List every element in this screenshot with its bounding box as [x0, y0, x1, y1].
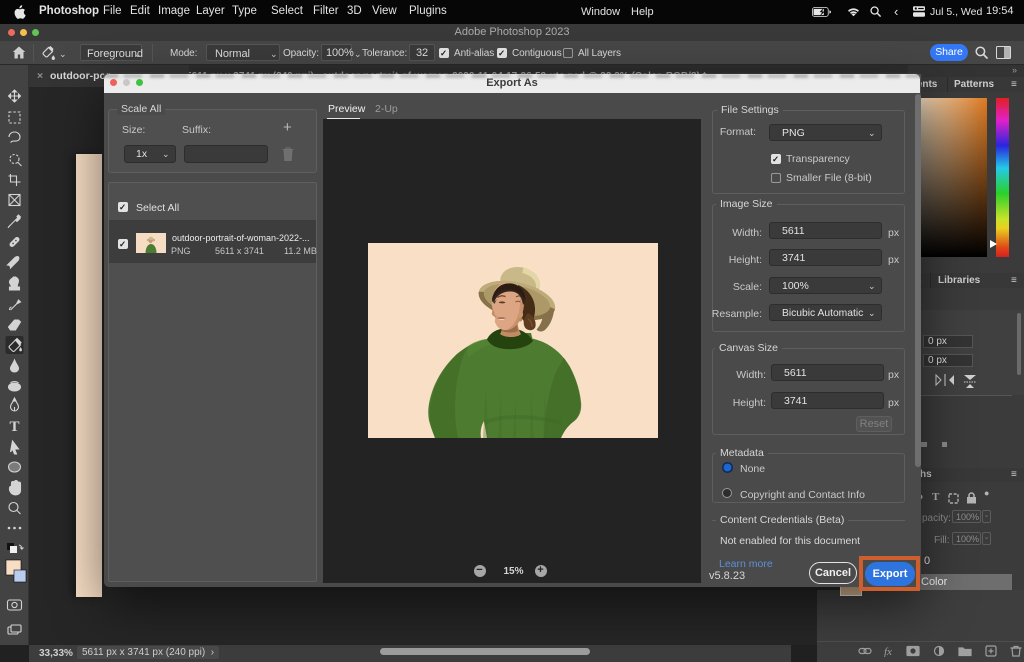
- svg-text:T: T: [9, 419, 19, 435]
- svg-text:fx: fx: [884, 646, 892, 657]
